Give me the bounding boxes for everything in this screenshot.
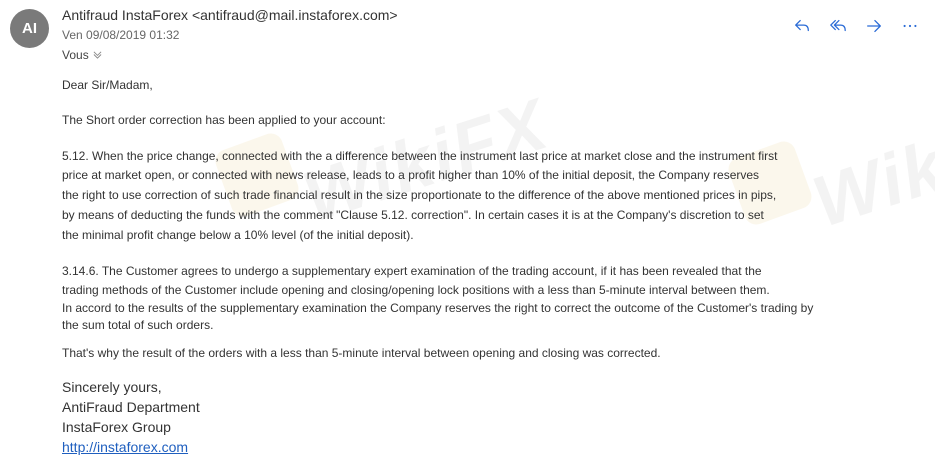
clause-512-line: price at market open, or connected with … (62, 168, 760, 183)
message-body: Dear Sir/Madam, The Short order correcti… (62, 76, 922, 457)
recipient-label: Vous (62, 48, 89, 62)
clause-3146-line: the sum total of such orders. (62, 317, 214, 332)
clause-3146-line: trading methods of the Customer include … (62, 282, 770, 297)
sender-name[interactable]: Antifraud InstaForex <antifraud@mail.ins… (62, 6, 398, 24)
recipient-row[interactable]: Vous (62, 47, 398, 63)
message-actions (789, 14, 923, 38)
sent-date: Ven 09/08/2019 01:32 (62, 28, 180, 42)
clause-3146: 3.14.6. The Customer agrees to undergo a… (62, 262, 922, 334)
forward-icon (867, 19, 881, 33)
reply-button[interactable] (789, 14, 815, 38)
forward-button[interactable] (861, 14, 887, 38)
signature-line: InstaForex Group (62, 419, 171, 436)
message-header: Antifraud InstaForex <antifraud@mail.ins… (62, 6, 398, 63)
sender-avatar: AI (10, 9, 49, 48)
clause-512: 5.12. When the price change, connected w… (62, 147, 922, 246)
reply-all-button[interactable] (825, 14, 851, 38)
reply-all-icon (830, 19, 846, 32)
clause-512-line: the right to use correction of such trad… (62, 188, 777, 203)
clause-3146-line: 3.14.6. The Customer agrees to undergo a… (62, 263, 762, 278)
intro-text: The Short order correction has been appl… (62, 112, 386, 127)
signature-line: AntiFraud Department (62, 399, 200, 416)
reply-icon (795, 19, 809, 32)
clause-512-line: by means of deducting the funds with the… (62, 207, 764, 222)
greeting: Dear Sir/Madam, (62, 78, 153, 92)
clause-512-line: the minimal profit change below a 10% le… (62, 227, 414, 242)
more-button[interactable] (897, 14, 923, 38)
more-icon (903, 24, 917, 28)
signature-block: Sincerely yours, AntiFraud Department In… (62, 377, 922, 457)
clause-512-line: 5.12. When the price change, connected w… (62, 148, 778, 163)
signature-line: Sincerely yours, (62, 379, 162, 396)
website-link[interactable]: http://instaforex.com (62, 437, 922, 457)
conclusion-text: That's why the result of the orders with… (62, 345, 661, 360)
chevron-down-icon[interactable] (93, 47, 102, 63)
clause-3146-line: In accord to the results of the suppleme… (62, 300, 814, 315)
